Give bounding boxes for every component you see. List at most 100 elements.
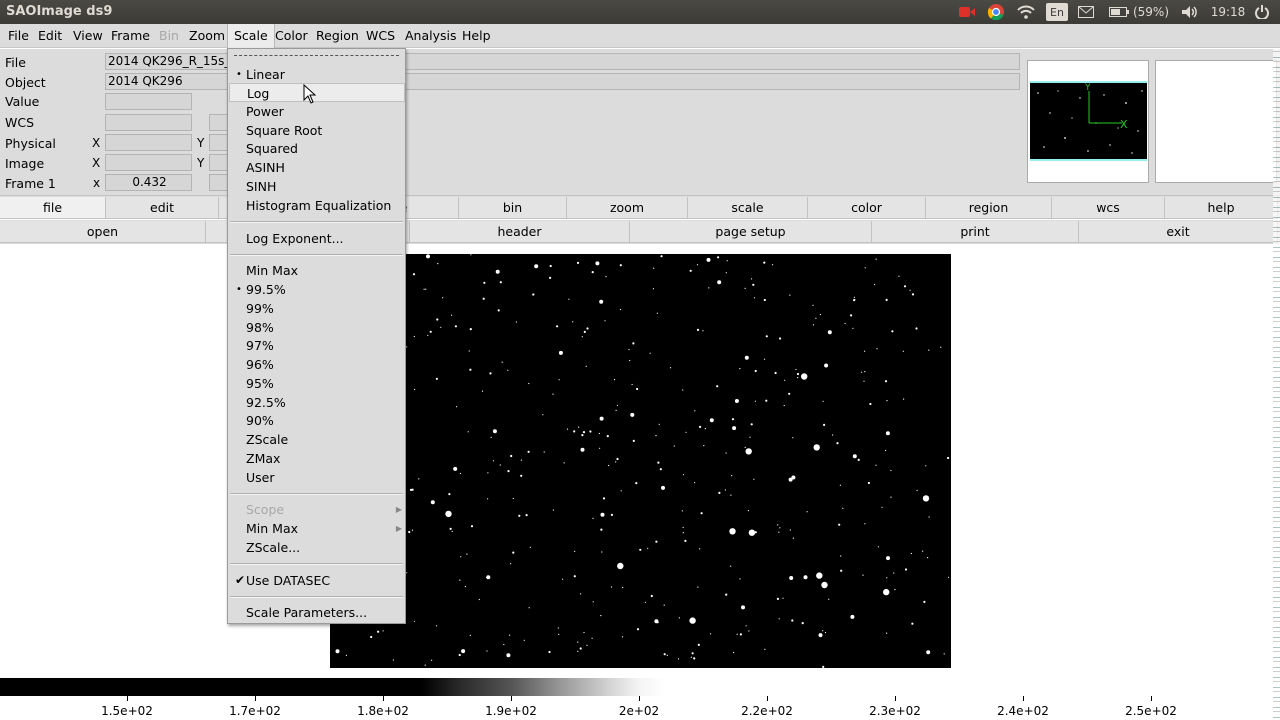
- menu-item-zscale[interactable]: ZScale: [229, 430, 405, 449]
- menu-item-squared[interactable]: Squared: [229, 139, 405, 158]
- scale-dropdown-menu: • Linear Log Power Square Root Squared AS…: [227, 48, 406, 624]
- menu-color[interactable]: Color: [269, 24, 314, 48]
- star: [748, 529, 756, 536]
- star: [886, 577, 888, 579]
- button-edit[interactable]: edit: [106, 197, 219, 219]
- mail-icon[interactable]: [1076, 3, 1096, 21]
- star: [739, 368, 741, 370]
- star: [431, 659, 433, 661]
- menu-item-99[interactable]: 99%: [229, 299, 405, 318]
- menu-item-zmax[interactable]: ZMax: [229, 449, 405, 468]
- star: [592, 601, 594, 603]
- star: [763, 358, 766, 360]
- menu-item-scope[interactable]: Scope ▶: [229, 500, 405, 519]
- menu-analysis[interactable]: Analysis: [399, 24, 463, 48]
- menu-item-square-root[interactable]: Square Root: [229, 121, 405, 140]
- menu-wcs[interactable]: WCS: [360, 24, 401, 48]
- button-scale[interactable]: scale: [688, 197, 808, 219]
- star: [510, 454, 513, 458]
- star: [440, 326, 442, 328]
- menu-bin[interactable]: Bin: [153, 24, 185, 48]
- menu-item-minmax-submenu[interactable]: Min Max ▶: [229, 519, 405, 538]
- star: [744, 287, 746, 289]
- menu-scale[interactable]: Scale: [227, 24, 275, 48]
- star: [486, 575, 491, 580]
- battery-icon[interactable]: [1108, 3, 1130, 21]
- menu-item-90[interactable]: 90%: [229, 411, 405, 430]
- star: [635, 482, 638, 485]
- menu-frame[interactable]: Frame: [105, 24, 156, 48]
- button-bin[interactable]: bin: [459, 197, 567, 219]
- menu-file[interactable]: File: [2, 24, 35, 48]
- star: [469, 328, 472, 331]
- star: [709, 633, 712, 635]
- button-zoom[interactable]: zoom: [567, 197, 688, 219]
- star: [656, 312, 658, 314]
- fits-image-frame[interactable]: [330, 254, 951, 668]
- button-exit[interactable]: exit: [1079, 221, 1278, 243]
- clock[interactable]: 19:18: [1208, 3, 1248, 21]
- menu-item-power[interactable]: Power: [229, 102, 405, 121]
- panner[interactable]: X Y: [1027, 60, 1149, 183]
- menu-item-96[interactable]: 96%: [229, 355, 405, 374]
- star: [600, 615, 602, 617]
- wifi-icon[interactable]: [1016, 3, 1036, 21]
- menu-region[interactable]: Region: [310, 24, 365, 48]
- star: [702, 330, 704, 332]
- image-display-area[interactable]: [0, 245, 1280, 677]
- menu-item-98[interactable]: 98%: [229, 318, 405, 337]
- camera-icon[interactable]: [958, 3, 976, 21]
- menu-edit[interactable]: Edit: [32, 24, 68, 48]
- button-open[interactable]: open: [0, 221, 206, 243]
- star: [717, 256, 720, 259]
- button-help[interactable]: help: [1165, 197, 1278, 219]
- menu-item-minmax[interactable]: Min Max: [229, 261, 405, 280]
- menu-separator: [230, 221, 403, 223]
- star: [591, 271, 594, 274]
- star: [423, 288, 425, 290]
- menu-item-asinh[interactable]: ASINH: [229, 158, 405, 177]
- menu-item-linear[interactable]: • Linear: [229, 65, 405, 84]
- menu-tearoff[interactable]: [234, 55, 399, 56]
- button-wcs[interactable]: wcs: [1052, 197, 1165, 219]
- menu-item-log-exponent[interactable]: Log Exponent...: [229, 229, 405, 248]
- power-gear-icon[interactable]: [1252, 3, 1272, 21]
- button-header[interactable]: header: [410, 221, 630, 243]
- button-region[interactable]: region: [926, 197, 1052, 219]
- menu-zoom[interactable]: Zoom: [183, 24, 231, 48]
- colorbar[interactable]: [0, 678, 1278, 696]
- star: [411, 488, 414, 491]
- menu-item-95[interactable]: 95%: [229, 374, 405, 393]
- button-color[interactable]: color: [808, 197, 926, 219]
- svg-text:X: X: [1120, 118, 1128, 131]
- menu-item-zscale-params[interactable]: ZScale...: [229, 538, 405, 557]
- menu-item-user[interactable]: User: [229, 468, 405, 487]
- menu-view[interactable]: View: [67, 24, 109, 48]
- star: [631, 383, 633, 386]
- battery-percent: (59%): [1132, 5, 1170, 19]
- menu-help[interactable]: Help: [456, 24, 497, 48]
- chrome-icon[interactable]: [987, 3, 1005, 21]
- menu-item-97[interactable]: 97%: [229, 336, 405, 355]
- menu-item-99-5[interactable]: • 99.5%: [229, 280, 405, 299]
- colorbar-tick-label: 1.7e+02: [229, 704, 281, 718]
- star: [903, 398, 905, 400]
- menu-item-sinh[interactable]: SINH: [229, 177, 405, 196]
- star: [926, 650, 931, 655]
- button-page-setup[interactable]: page setup: [630, 221, 872, 243]
- menu-item-log[interactable]: Log: [229, 83, 405, 102]
- panner-thumbnail[interactable]: X Y: [1030, 81, 1147, 161]
- menu-item-use-datasec[interactable]: ✔ Use DATASEC: [229, 571, 405, 590]
- angle-field: [209, 174, 229, 191]
- keyboard-layout-indicator[interactable]: En: [1046, 3, 1068, 21]
- star: [869, 402, 872, 406]
- menu-item-scale-parameters[interactable]: Scale Parameters...: [229, 603, 405, 622]
- button-file[interactable]: file: [0, 197, 106, 219]
- volume-icon[interactable]: [1180, 3, 1200, 21]
- menu-item-label: ZMax: [246, 451, 281, 466]
- star: [470, 254, 472, 256]
- button-print[interactable]: print: [872, 221, 1079, 243]
- menu-item-92-5[interactable]: 92.5%: [229, 393, 405, 412]
- menu-item-histogram-equalization[interactable]: Histogram Equalization: [229, 196, 405, 215]
- star: [613, 379, 616, 381]
